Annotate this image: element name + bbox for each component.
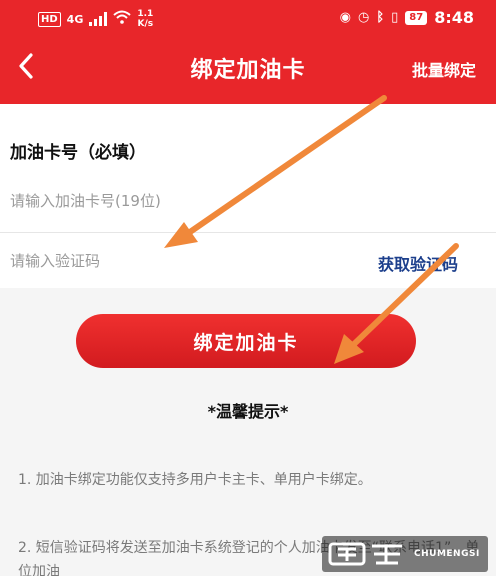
- signal-icon: [89, 12, 108, 26]
- app-header: HD 4G 1.1 K/s ◉ ◷ ᛒ ▯ 87 8:48 绑定加油卡 批量绑定: [0, 0, 496, 104]
- tips-title: *温馨提示*: [207, 402, 289, 421]
- watermark: CHUMENGSI: [322, 536, 488, 572]
- battery-icon: 87: [405, 10, 428, 25]
- speed-value: 1.1: [137, 9, 154, 19]
- bluetooth-icon: ᛒ: [376, 9, 385, 25]
- get-code-button[interactable]: 获取验证码: [378, 251, 458, 275]
- verification-code-input[interactable]: [10, 244, 310, 278]
- status-left: HD 4G 1.1 K/s: [38, 9, 153, 29]
- form-divider: [0, 232, 496, 233]
- batch-bind-button[interactable]: 批量绑定: [412, 57, 476, 81]
- network-speed: 1.1 K/s: [137, 9, 153, 29]
- card-number-input[interactable]: [10, 184, 450, 218]
- card-number-label: 加油卡号（必填）: [10, 143, 146, 163]
- back-button[interactable]: [10, 48, 42, 84]
- vibrate-icon: ▯: [391, 9, 399, 25]
- watermark-text: CHUMENGSI: [414, 549, 480, 559]
- speed-unit: K/s: [137, 19, 154, 29]
- tip-item: 1. 加油卡绑定功能仅支持多用户卡主卡、单用户卡绑定。: [18, 472, 372, 488]
- bind-card-button[interactable]: 绑定加油卡: [76, 314, 416, 368]
- wifi-icon: [113, 10, 132, 29]
- network-type-label: 4G: [66, 12, 84, 26]
- status-right: ◉ ◷ ᛒ ▯ 87 8:48: [340, 8, 474, 27]
- watermark-logo: [328, 542, 402, 566]
- status-bar: HD 4G 1.1 K/s ◉ ◷ ᛒ ▯ 87 8:48: [0, 0, 496, 34]
- chevron-left-icon: [19, 53, 33, 79]
- clock: 8:48: [434, 8, 474, 27]
- hd-badge: HD: [38, 11, 61, 27]
- page-title: 绑定加油卡: [190, 58, 306, 83]
- alarm-icon: ◷: [357, 9, 370, 25]
- eye-icon: ◉: [339, 9, 351, 25]
